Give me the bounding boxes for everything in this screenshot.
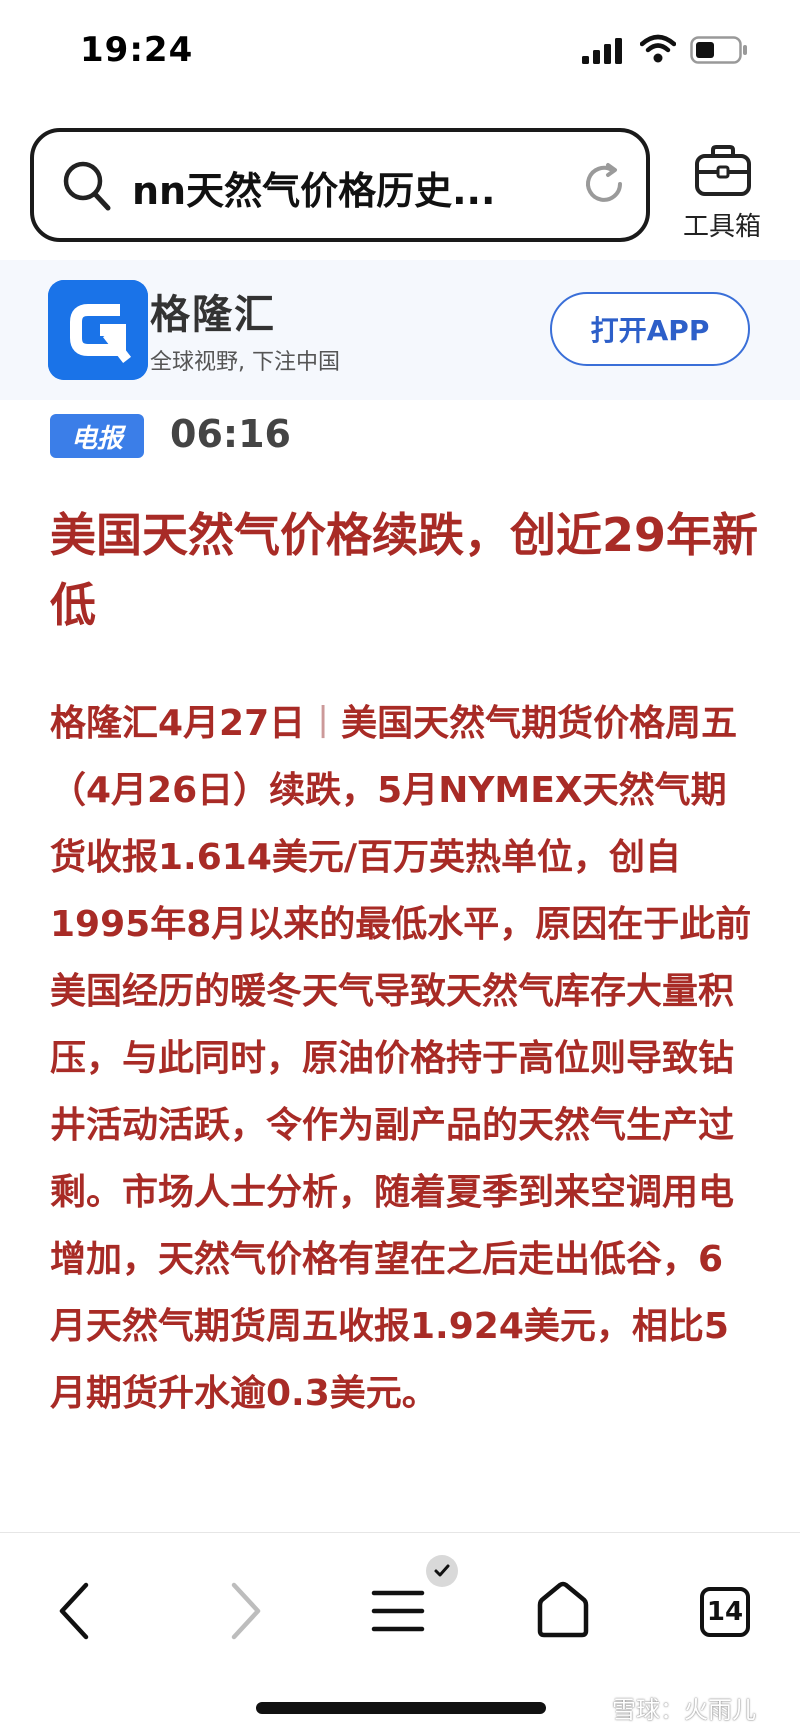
menu-icon[interactable] [370,1579,426,1643]
open-app-button[interactable]: 打开APP [550,292,750,366]
menu-check-badge [426,1555,458,1587]
check-icon [434,1564,450,1577]
home-indicator [256,1702,546,1714]
wifi-icon [640,34,676,63]
watermark-text: 雪球：火雨儿 [612,1696,756,1724]
reload-icon[interactable] [582,162,626,206]
status-bar: 19:24 [0,0,800,110]
home-icon[interactable] [534,1577,592,1641]
back-icon[interactable] [50,1577,98,1645]
article-source-date: 格隆汇4月27日 [50,703,306,744]
article-time: 06:16 [170,412,291,456]
app-logo [48,280,148,380]
browser-page: 19:24 nn天然气价格历史... 工具箱 格隆汇 全球视野, 下注中国 打开… [0,0,800,1733]
battery-icon [690,36,747,64]
toolbox-label: 工具箱 [682,212,761,242]
article-body: 格隆汇4月27日丨美国天然气期货价格周五（4月26日）续跌，5月NYMEX天然气… [50,690,755,1427]
search-icon [63,161,111,211]
search-query-text[interactable]: nn天然气价格历史... [132,160,495,215]
app-name: 格隆汇 [150,292,276,338]
article-body-text: 美国天然气期货价格周五（4月26日）续跌，5月NYMEX天然气期货收报1.614… [50,703,752,1414]
app-download-banner: 格隆汇 全球视野, 下注中国 打开APP [0,260,800,400]
status-time: 19:24 [80,30,194,70]
cellular-signal-icon [582,38,622,64]
toolbox-button[interactable]: 工具箱 [672,140,772,244]
article-separator: 丨 [305,703,342,744]
address-search-bar[interactable]: nn天然气价格历史... [30,128,650,242]
gelonghui-logo-icon [48,280,148,380]
app-slogan: 全球视野, 下注中国 [150,350,340,375]
forward-icon[interactable] [222,1577,270,1645]
article-headline: 美国天然气价格续跌，创近29年新低 [50,508,759,632]
tabs-counter-button[interactable]: 14 [700,1587,750,1637]
toolbox-icon [695,145,751,196]
article-tag-badge: 电报 [50,414,144,458]
